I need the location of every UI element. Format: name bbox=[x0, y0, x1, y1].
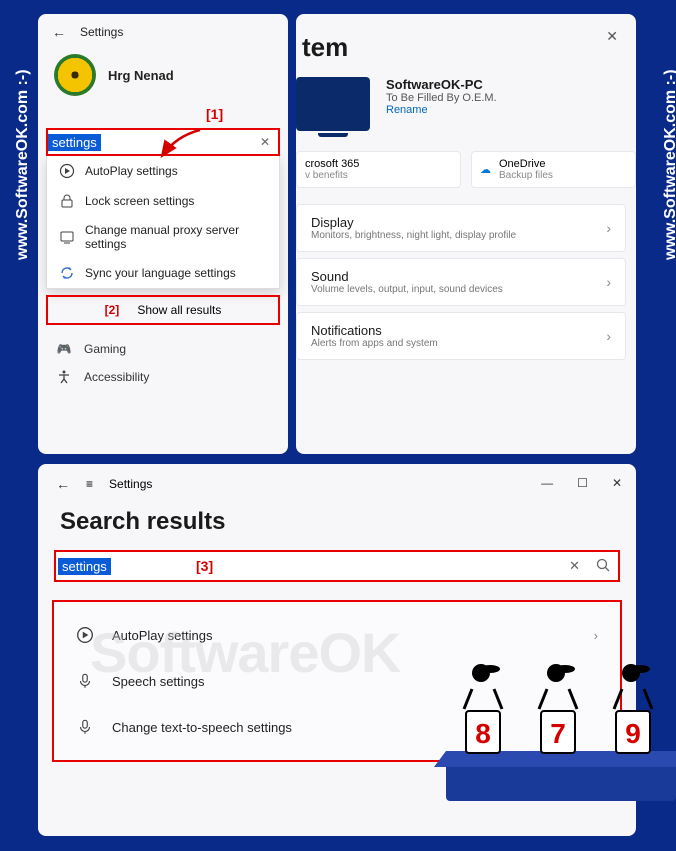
pc-icon bbox=[296, 77, 370, 131]
suggestion-label: AutoPlay settings bbox=[85, 164, 178, 178]
suggestion-item[interactable]: Sync your language settings bbox=[47, 258, 279, 288]
pc-name: SoftwareOK-PC bbox=[386, 77, 497, 92]
header-title: Settings bbox=[109, 477, 152, 491]
sync-icon bbox=[59, 265, 75, 281]
cloud-icon: ☁ bbox=[480, 163, 491, 176]
search-value: settings bbox=[58, 558, 111, 575]
page-title: Search results bbox=[38, 504, 636, 550]
chevron-right-icon: › bbox=[606, 220, 611, 236]
clear-icon[interactable]: ✕ bbox=[569, 558, 580, 574]
chevron-right-icon: › bbox=[606, 328, 611, 344]
header-title: Settings bbox=[80, 25, 123, 39]
tile-onedrive[interactable]: ☁ OneDriveBackup files bbox=[471, 151, 636, 188]
sidebar-item-accessibility[interactable]: Accessibility bbox=[38, 363, 288, 391]
rename-link[interactable]: Rename bbox=[386, 104, 497, 116]
card-sub: Alerts from apps and system bbox=[311, 338, 438, 349]
lock-icon bbox=[59, 193, 75, 209]
back-icon[interactable]: ← bbox=[56, 476, 70, 492]
suggestion-label: Change manual proxy server settings bbox=[85, 223, 267, 251]
card-title: Notifications bbox=[311, 323, 438, 338]
result-label: Change text-to-speech settings bbox=[112, 720, 292, 735]
card-sound[interactable]: SoundVolume levels, output, input, sound… bbox=[296, 258, 626, 306]
tile-microsoft365[interactable]: crosoft 365v benefits bbox=[296, 151, 461, 188]
autoplay-icon bbox=[76, 626, 94, 644]
svg-text:8: 8 bbox=[475, 718, 491, 749]
svg-text:9: 9 bbox=[625, 718, 641, 749]
show-all-results-button[interactable]: [2] Show all results bbox=[46, 295, 280, 325]
callout-2: [2] bbox=[105, 303, 120, 317]
suggestion-label: Sync your language settings bbox=[85, 266, 236, 280]
nav-label: Gaming bbox=[84, 342, 126, 356]
back-icon[interactable]: ← bbox=[52, 24, 66, 40]
nav-label: Accessibility bbox=[84, 370, 149, 384]
close-button[interactable]: ✕ bbox=[612, 476, 622, 490]
judges-illustration: 8 7 9 bbox=[426, 641, 676, 811]
result-label: Speech settings bbox=[112, 674, 205, 689]
search-icon[interactable] bbox=[596, 558, 610, 574]
search-suggestions: AutoPlay settings Lock screen settings C… bbox=[46, 156, 280, 289]
card-title: Display bbox=[311, 215, 516, 230]
sidebar-item-gaming[interactable]: 🎮 Gaming bbox=[38, 335, 288, 363]
search-value: settings bbox=[48, 134, 101, 151]
gaming-icon: 🎮 bbox=[56, 341, 72, 357]
maximize-button[interactable]: ☐ bbox=[577, 476, 588, 490]
callout-3: [3] bbox=[196, 558, 213, 574]
minimize-button[interactable]: — bbox=[541, 476, 553, 490]
accessibility-icon bbox=[56, 369, 72, 385]
avatar-icon bbox=[54, 54, 96, 96]
arrow-icon bbox=[156, 126, 206, 166]
pc-sub: To Be Filled By O.E.M. bbox=[386, 92, 497, 104]
menu-icon[interactable]: ≡ bbox=[86, 477, 93, 491]
callout-1: [1] bbox=[206, 106, 223, 122]
settings-sidebar-panel: ← Settings Hrg Nenad [1] settings ✕ Auto… bbox=[38, 14, 288, 454]
watermark: www.SoftwareOK.com :-) bbox=[662, 69, 676, 260]
proxy-icon bbox=[59, 229, 75, 245]
svg-text:7: 7 bbox=[550, 718, 566, 749]
clear-icon[interactable]: ✕ bbox=[260, 135, 270, 149]
suggestion-label: Lock screen settings bbox=[85, 194, 194, 208]
result-label: AutoPlay settings bbox=[112, 628, 212, 643]
card-display[interactable]: DisplayMonitors, brightness, night light… bbox=[296, 204, 626, 252]
microphone-icon bbox=[76, 672, 94, 690]
card-notifications[interactable]: NotificationsAlerts from apps and system… bbox=[296, 312, 626, 360]
search-input[interactable]: settings [3] ✕ bbox=[54, 550, 620, 582]
tile-title: crosoft 365 bbox=[305, 158, 359, 170]
system-panel: ✕ tem SoftwareOK-PC To Be Filled By O.E.… bbox=[296, 14, 636, 454]
card-title: Sound bbox=[311, 269, 503, 284]
autoplay-icon bbox=[59, 163, 75, 179]
tile-sub: v benefits bbox=[305, 170, 359, 181]
card-sub: Volume levels, output, input, sound devi… bbox=[311, 284, 503, 295]
suggestion-item[interactable]: Change manual proxy server settings bbox=[47, 216, 279, 258]
close-icon[interactable]: ✕ bbox=[606, 28, 618, 45]
tile-sub: Backup files bbox=[499, 170, 553, 181]
user-name: Hrg Nenad bbox=[108, 68, 174, 83]
microphone-icon bbox=[76, 718, 94, 736]
suggestion-item[interactable]: Lock screen settings bbox=[47, 186, 279, 216]
tile-title: OneDrive bbox=[499, 158, 553, 170]
chevron-right-icon: › bbox=[606, 274, 611, 290]
show-all-label: Show all results bbox=[137, 303, 221, 317]
user-profile[interactable]: Hrg Nenad bbox=[38, 50, 288, 104]
page-title: tem bbox=[296, 14, 636, 77]
card-sub: Monitors, brightness, night light, displ… bbox=[311, 230, 516, 241]
watermark: www.SoftwareOK.com :-) bbox=[14, 69, 32, 260]
